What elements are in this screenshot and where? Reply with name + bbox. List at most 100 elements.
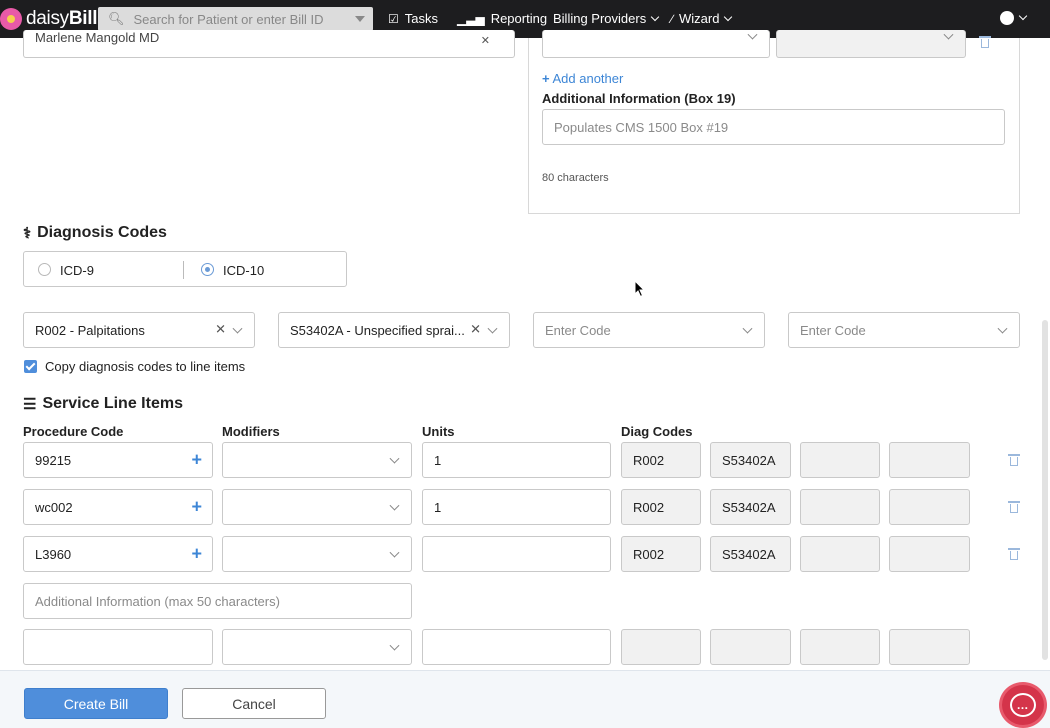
global-search-input[interactable]: 🔍︎ Search for Patient or enter Bill ID [98,7,373,31]
nav-tasks[interactable]: ☑ Tasks [388,11,438,26]
procedure-code-input[interactable] [23,629,213,665]
diag-code-pointer-4[interactable] [889,536,970,572]
units-value: 1 [434,452,442,468]
diagnosis-code-1-value: R002 - Palpitations [35,322,145,338]
radio-divider [183,261,184,279]
plus-icon[interactable]: + [191,450,202,471]
diagnosis-code-2[interactable]: S53402A - Unspecified sprai... ✕ [278,312,510,348]
diagnosis-heading-label: Diagnosis Codes [37,224,167,241]
diag-pointer-value: S53402A [722,499,776,515]
diag-code-pointer-1[interactable]: R002 [621,489,701,525]
plus-icon[interactable]: + [191,544,202,565]
chevron-down-icon [389,547,400,558]
icd9-radio[interactable] [38,263,51,276]
stethoscope-icon: ⚕ [23,225,32,242]
nav-wizard-label: Wizard [679,11,720,26]
panel-select-right[interactable] [776,29,966,58]
diag-code-pointer-3[interactable] [800,629,880,665]
procedure-code-value: wc002 [35,499,73,515]
procedure-code-value: L3960 [35,546,72,562]
units-input[interactable] [422,629,611,665]
diag-code-pointer-2[interactable]: S53402A [710,442,791,478]
units-input[interactable]: 1 [422,489,611,525]
trash-icon[interactable] [979,36,991,48]
trash-icon[interactable] [1008,501,1020,513]
procedure-code-input[interactable]: wc002 + [23,489,213,525]
diag-pointer-value: R002 [633,499,665,515]
user-menu[interactable] [1000,11,1028,25]
rendering-provider-value: Marlene Mangold MD [35,30,160,45]
clear-icon[interactable]: ✕ [215,322,226,338]
diag-code-pointer-3[interactable] [800,442,880,478]
trash-icon[interactable] [1008,454,1020,466]
modifiers-select[interactable] [222,489,412,525]
clear-icon[interactable]: ✕ [470,322,481,338]
diag-pointer-value: R002 [633,452,665,468]
col-diag-codes: Diag Codes [621,424,693,439]
nav-reporting-label: Reporting [490,11,548,26]
daisybill-logo[interactable]: daisyBill [0,7,98,31]
diag-code-pointer-1[interactable]: R002 [621,536,701,572]
nav-wizard[interactable]: ∕ Wizard [671,11,733,26]
diag-code-pointer-1[interactable]: R002 [621,442,701,478]
plus-icon[interactable]: + [191,497,202,518]
line-additional-info-placeholder: Additional Information (max 50 character… [35,593,280,609]
mouse-cursor-icon [634,280,646,298]
create-bill-button[interactable]: Create Bill [24,688,168,719]
search-dropdown-caret-icon[interactable] [355,16,365,22]
user-avatar-icon [1000,11,1014,25]
chevron-down-icon [747,29,758,40]
service-heading-label: Service Line Items [42,395,183,412]
diag-code-pointer-3[interactable] [800,489,880,525]
icd10-radio[interactable] [201,263,214,276]
diag-code-pointer-4[interactable] [889,629,970,665]
procedure-code-input[interactable]: 99215 + [23,442,213,478]
icd10-label: ICD-10 [223,263,265,278]
nav-billing-providers-label: Billing Providers [553,11,647,26]
add-another-label: Add another [552,71,624,86]
copy-diagnosis-checkbox[interactable] [24,360,37,373]
procedure-code-value: 99215 [35,452,72,468]
chat-launcher-button[interactable]: … [999,682,1047,728]
clear-icon[interactable]: ✕ [481,34,490,47]
nav-reporting[interactable]: ▁▃▅ Reporting [457,11,547,26]
box19-input[interactable]: Populates CMS 1500 Box #19 [542,109,1005,145]
chevron-down-icon [389,500,400,511]
diagnosis-code-4[interactable]: Enter Code [788,312,1020,348]
diagnosis-code-2-value: S53402A - Unspecified sprai... [290,322,465,338]
units-value: 1 [434,499,442,515]
modifiers-select[interactable] [222,442,412,478]
chevron-down-icon [487,323,498,334]
units-input[interactable] [422,536,611,572]
col-modifiers: Modifiers [222,424,280,439]
diag-code-pointer-2[interactable]: S53402A [710,489,791,525]
diag-code-pointer-4[interactable] [889,489,970,525]
col-units: Units [422,424,455,439]
chevron-down-icon [943,29,954,40]
add-another-link[interactable]: + Add another [542,71,623,86]
cancel-button[interactable]: Cancel [182,688,326,719]
modifiers-select[interactable] [222,536,412,572]
modifiers-select[interactable] [222,629,412,665]
page-scrollbar[interactable] [1042,320,1048,660]
panel-select-left[interactable] [542,29,770,58]
diag-code-pointer-1[interactable] [621,629,701,665]
nav-billing-providers[interactable]: Billing Providers [553,11,660,26]
brand-name: daisyBill [26,8,98,29]
diag-code-pointer-2[interactable] [710,629,791,665]
rendering-provider-select[interactable]: Marlene Mangold MD ✕ [23,30,515,58]
diag-pointer-value: S53402A [722,452,776,468]
diag-code-pointer-4[interactable] [889,442,970,478]
diagnosis-code-3[interactable]: Enter Code [533,312,765,348]
bar-chart-icon: ▁▃▅ [457,11,485,26]
copy-diagnosis-label: Copy diagnosis codes to line items [45,359,246,374]
chevron-down-icon [389,640,400,651]
diagnosis-code-1[interactable]: R002 - Palpitations ✕ [23,312,255,348]
diag-code-pointer-3[interactable] [800,536,880,572]
diag-code-pointer-2[interactable]: S53402A [710,536,791,572]
line-additional-info-input[interactable]: Additional Information (max 50 character… [23,583,412,619]
units-input[interactable]: 1 [422,442,611,478]
chevron-down-icon [724,12,733,21]
trash-icon[interactable] [1008,548,1020,560]
procedure-code-input[interactable]: L3960 + [23,536,213,572]
